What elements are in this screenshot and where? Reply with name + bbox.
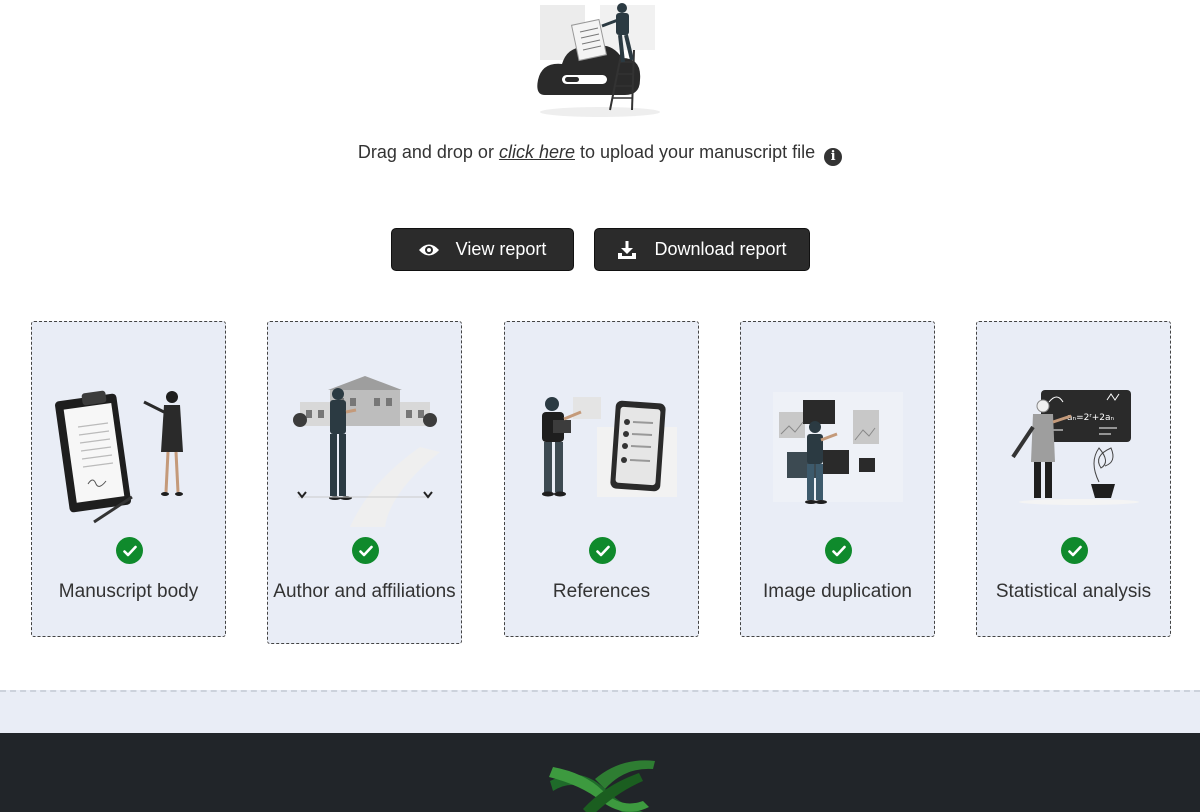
report-actions: View report Download report (0, 228, 1200, 271)
card-references[interactable]: References (504, 321, 699, 637)
check-icon (589, 537, 616, 564)
check-icon (116, 537, 143, 564)
download-report-button[interactable]: Download report (593, 228, 810, 271)
card-statistical-analysis[interactable]: aₙ=2ʳ+2aₙ Statistical analysis (976, 321, 1171, 637)
card-label: Statistical analysis (995, 581, 1152, 602)
upload-prefix: Drag and drop or (357, 142, 499, 162)
view-report-button[interactable]: View report (390, 228, 574, 271)
card-label: References (552, 581, 651, 602)
brand-logo-icon[interactable] (545, 751, 660, 812)
card-label: Image duplication (763, 581, 912, 602)
download-icon (616, 239, 638, 261)
upload-hero: Drag and drop or click here to upload yo… (0, 0, 1200, 200)
info-icon[interactable]: i (824, 148, 843, 166)
upload-click-link[interactable]: click here (499, 142, 575, 162)
cloud-upload-illustration (537, 3, 660, 117)
footer (0, 733, 1200, 812)
image-gallery-illustration (773, 392, 903, 504)
upload-suffix: to upload your manuscript file (574, 142, 816, 162)
card-manuscript-body[interactable]: Manuscript body (31, 321, 226, 637)
card-author-affiliations[interactable]: Author and affiliations (267, 321, 462, 644)
clipboard-presenter-illustration (55, 390, 183, 524)
svg-text:aₙ=2ʳ+2aₙ: aₙ=2ʳ+2aₙ (1067, 413, 1114, 423)
phone-list-illustration (542, 397, 677, 497)
card-image-duplication[interactable]: Image duplication (740, 321, 935, 637)
card-label: Author and affiliations (273, 581, 456, 602)
upload-instructions: Drag and drop or click here to upload yo… (0, 142, 1200, 166)
university-person-illustration (293, 376, 440, 527)
section-divider-band (0, 690, 1200, 734)
check-icon (825, 537, 852, 564)
check-icon (1061, 537, 1088, 564)
chalkboard-scientist-illustration: aₙ=2ʳ+2aₙ (1011, 390, 1139, 505)
analysis-cards: Manuscript body Author and affiliations … (31, 321, 1172, 651)
download-report-label: Download report (654, 239, 787, 259)
card-label: Manuscript body (58, 581, 199, 602)
check-icon (352, 537, 379, 564)
view-report-label: View report (455, 239, 547, 259)
eye-icon (418, 239, 440, 261)
